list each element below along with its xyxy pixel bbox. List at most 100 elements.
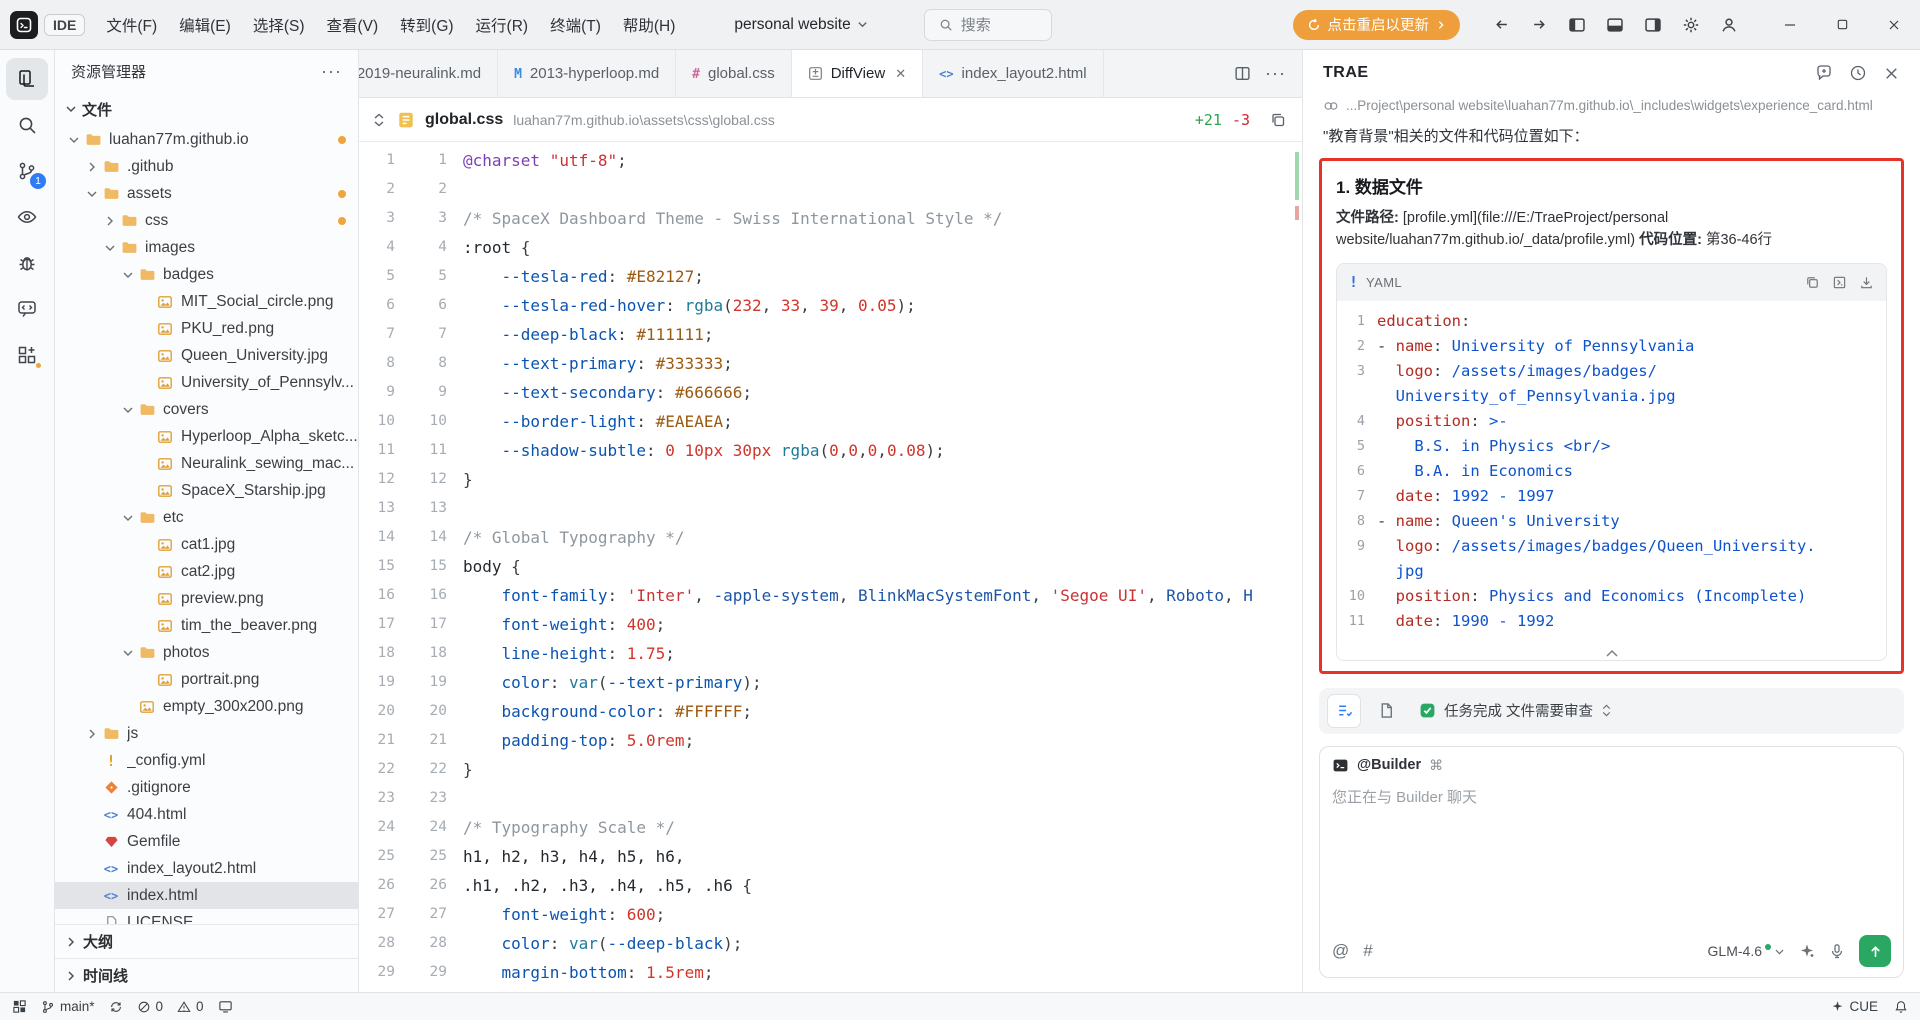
copy-diff-icon[interactable] [1270,112,1286,128]
todo-list-button[interactable] [1327,694,1361,728]
menu-item[interactable]: 查看(V) [315,8,389,42]
tree-item[interactable]: luahan77m.github.io [55,126,358,153]
context-file-reference[interactable]: ...Project\personal website\luahan77m.gi… [1303,96,1920,119]
mention-icon[interactable]: @ [1332,941,1349,961]
code-line[interactable]: 2626.h1, .h2, .h3, .h4, .h5, .h6 { [359,871,1302,900]
tree-item[interactable]: images [55,234,358,261]
menu-item[interactable]: 编辑(E) [168,8,242,42]
editor-tab[interactable]: <>index_layout2.html [923,50,1104,97]
tree-item[interactable]: covers [55,396,358,423]
code-line[interactable]: 2323 [359,784,1302,813]
code-line[interactable]: 2020 background-color: #FFFFFF; [359,697,1302,726]
code-line[interactable]: 1616 font-family: 'Inter', -apple-system… [359,581,1302,610]
tree-item[interactable]: .gitignore [55,774,358,801]
tree-item[interactable]: <>index_layout2.html [55,855,358,882]
code-line[interactable]: 2727 font-weight: 600; [359,900,1302,929]
code-line[interactable]: 1313 [359,494,1302,523]
new-chat-icon[interactable] [1815,64,1833,82]
tree-item[interactable]: MIT_Social_circle.png [55,288,358,315]
code-line[interactable]: 1414/* Global Typography */ [359,523,1302,552]
git-branch-status[interactable]: main* [41,999,95,1014]
code-line[interactable]: 99 --text-secondary: #666666; [359,378,1302,407]
chat-history-icon[interactable] [1849,64,1867,82]
activitybar-preview[interactable] [6,196,48,238]
code-line[interactable]: 77 --deep-black: #111111; [359,320,1302,349]
split-editor-icon[interactable] [1234,65,1251,82]
code-line[interactable]: 2525h1, h2, h3, h4, h5, h6, [359,842,1302,871]
menu-item[interactable]: 文件(F) [95,8,168,42]
minimize-button[interactable] [1764,0,1816,49]
code-line[interactable]: 2424/* Typography Scale */ [359,813,1302,842]
tree-item[interactable]: Queen_University.jpg [55,342,358,369]
toggle-right-panel-icon[interactable] [1636,8,1670,42]
editor-tab[interactable]: M2019-neuralink.md [359,50,498,97]
chat-input-box[interactable]: @Builder ⌘ 您正在与 Builder 聊天 @ # GLM-4.6 [1319,746,1904,978]
apply-code-icon[interactable] [1859,275,1874,290]
settings-gear-icon[interactable] [1674,8,1708,42]
files-section-header[interactable]: 文件 [55,92,358,126]
tree-item[interactable]: cat1.jpg [55,531,358,558]
diff-code-editor[interactable]: 11@charset "utf-8";2233/* SpaceX Dashboa… [359,142,1302,992]
timeline-section[interactable]: 时间线 [55,958,358,992]
code-line[interactable]: 44:root { [359,233,1302,262]
explorer-more-icon[interactable]: ··· [321,61,342,82]
close-window-button[interactable] [1868,0,1920,49]
code-line[interactable]: 2121 padding-top: 5.0rem; [359,726,1302,755]
code-line[interactable]: 1919 color: var(--text-primary); [359,668,1302,697]
code-line[interactable]: 1818 line-height: 1.75; [359,639,1302,668]
tree-item[interactable]: University_of_Pennsylv... [55,369,358,396]
menu-item[interactable]: 转到(G) [389,8,464,42]
close-panel-button[interactable] [1883,65,1900,82]
outline-section[interactable]: 大纲 [55,924,358,958]
file-tree[interactable]: luahan77m.github.io.githubassetscssimage… [55,126,358,924]
tree-item[interactable]: <>index.html [55,882,358,909]
activitybar-extensions[interactable] [6,334,48,376]
code-line[interactable]: 1515body { [359,552,1302,581]
toggle-bottom-panel-icon[interactable] [1598,8,1632,42]
code-line[interactable]: 1212} [359,465,1302,494]
cue-status[interactable]: CUE [1831,999,1878,1014]
code-line[interactable]: 55 --tesla-red: #E82127; [359,262,1302,291]
tree-item[interactable]: tim_the_beaver.png [55,612,358,639]
tree-item[interactable]: css [55,207,358,234]
tree-item[interactable]: <>404.html [55,801,358,828]
toggle-left-panel-icon[interactable] [1560,8,1594,42]
tree-item[interactable]: .github [55,153,358,180]
code-line[interactable]: 1717 font-weight: 400; [359,610,1302,639]
insert-code-icon[interactable] [1832,275,1847,290]
tree-item[interactable]: LICENSE [55,909,358,924]
code-line[interactable]: 2828 color: var(--deep-black); [359,929,1302,958]
code-line[interactable]: 2222} [359,755,1302,784]
notifications-bell-icon[interactable] [1894,1000,1908,1014]
tree-item[interactable]: assets [55,180,358,207]
changed-files-button[interactable] [1371,696,1401,726]
code-line[interactable]: 22 [359,175,1302,204]
collapse-regions-icon[interactable] [371,112,387,128]
tree-item[interactable]: etc [55,504,358,531]
editor-tab[interactable]: M2013-hyperloop.md [498,50,676,97]
problems-errors[interactable]: 0 [137,999,164,1014]
tree-item[interactable]: empty_300x200.png [55,693,358,720]
sync-icon[interactable] [109,1000,123,1014]
tree-item[interactable]: cat2.jpg [55,558,358,585]
code-line[interactable]: 88 --text-primary: #333333; [359,349,1302,378]
code-line[interactable]: 11@charset "utf-8"; [359,146,1302,175]
code-line[interactable]: 2929 margin-bottom: 1.5rem; [359,958,1302,987]
voice-input-icon[interactable] [1829,943,1845,959]
menu-item[interactable]: 帮助(H) [612,8,687,42]
model-selector[interactable]: GLM-4.6 [1708,943,1785,959]
tree-item[interactable]: photos [55,639,358,666]
collapse-code-button[interactable] [1337,642,1886,660]
restart-update-button[interactable]: 点击重启以更新 [1293,10,1461,40]
maximize-button[interactable] [1816,0,1868,49]
menu-item[interactable]: 终端(T) [539,8,612,42]
copy-code-icon[interactable] [1805,275,1820,290]
tag-icon[interactable]: # [1363,941,1372,961]
activitybar-debug[interactable] [6,242,48,284]
tree-item[interactable]: !_config.yml [55,747,358,774]
code-line[interactable]: 1111 --shadow-subtle: 0 10px 30px rgba(0… [359,436,1302,465]
menu-item[interactable]: 选择(S) [242,8,316,42]
tree-item[interactable]: badges [55,261,358,288]
tree-item[interactable]: portrait.png [55,666,358,693]
forward-button[interactable] [1522,8,1556,42]
